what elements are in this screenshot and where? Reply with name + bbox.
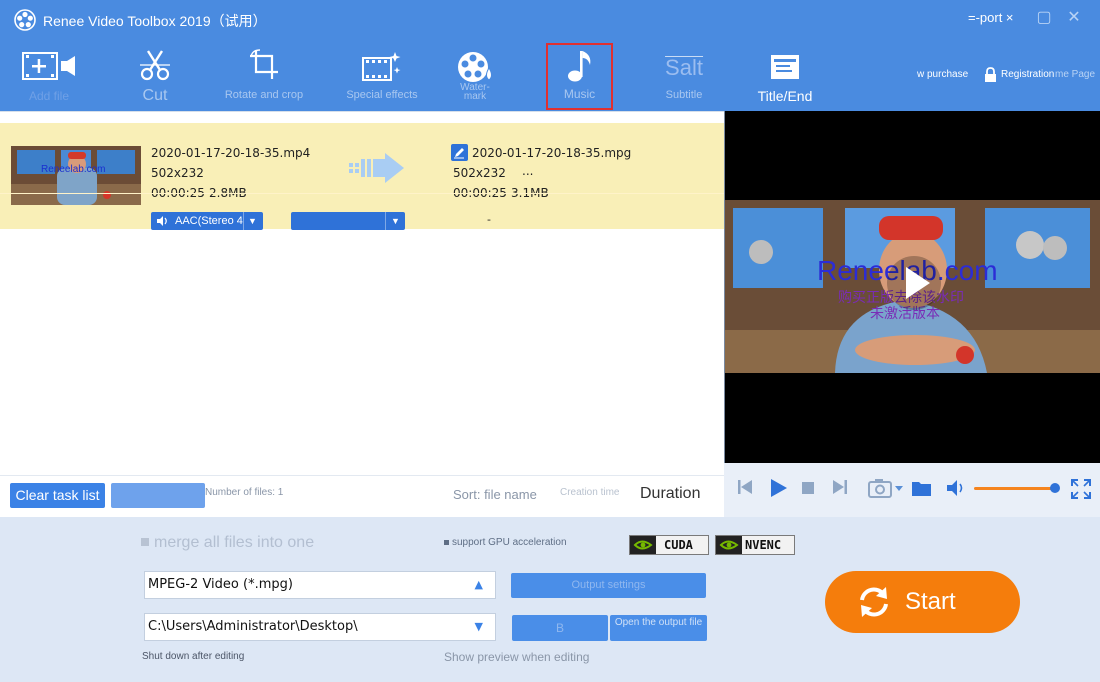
row-divider	[0, 193, 724, 194]
task-list-footer: Clear task list Number of files: 1 Sort:…	[0, 475, 724, 517]
thumbnail-frame	[11, 146, 141, 205]
registration-link[interactable]: Registration	[1001, 69, 1054, 80]
add-file-button[interactable]: Add file	[10, 38, 88, 111]
browse-button[interactable]: B	[512, 615, 608, 641]
chevron-down-icon: ▼	[248, 216, 257, 226]
output-settings-panel: merge all files into one support GPU acc…	[0, 517, 1100, 682]
subtitle-track-select[interactable]: ▼	[291, 212, 405, 230]
pencil-icon	[454, 148, 464, 159]
speaker-icon	[157, 216, 167, 226]
play-icon[interactable]	[770, 478, 788, 498]
camera-icon[interactable]	[868, 478, 904, 498]
cut-tool-button[interactable]: Cut	[125, 38, 185, 111]
start-label: Start	[905, 588, 956, 615]
crop-icon	[250, 49, 278, 79]
export-menu-button[interactable]: =-port ×	[968, 10, 1014, 25]
task-list: Reneelab.com 2020-01-17-20-18-35.mp4 502…	[0, 111, 724, 475]
chevron-down-icon: ▼	[474, 620, 483, 633]
scissors-icon	[140, 50, 170, 81]
merge-checkbox[interactable]	[141, 538, 149, 546]
start-button[interactable]: Start	[825, 571, 1020, 633]
watermark-icon	[458, 52, 492, 82]
audio-track-select[interactable]: AAC(Stereo 4 ▼	[151, 212, 263, 230]
video-preview: Reneelab.com 购买正版去除该水印 未激活版本	[724, 111, 1100, 463]
volume-icon[interactable]	[947, 480, 966, 496]
play-overlay-icon[interactable]	[886, 255, 942, 311]
remove-button[interactable]	[111, 483, 205, 508]
chevron-down-icon: ▼	[391, 216, 400, 226]
volume-slider-handle[interactable]	[1050, 483, 1060, 493]
previous-icon[interactable]	[738, 479, 752, 495]
purchase-link[interactable]: w purchase	[917, 69, 968, 80]
rotate-crop-button[interactable]: Rotate and crop	[219, 38, 309, 111]
close-icon[interactable]: ✕	[1064, 8, 1084, 28]
title-end-button[interactable]: Title/End	[751, 38, 819, 111]
sort-creation-time[interactable]: Creation time	[560, 487, 619, 498]
output-format-value: MPEG-2 Video (*.mpg)	[148, 577, 293, 592]
refresh-icon	[860, 587, 888, 617]
music-tool-button[interactable]: Music	[546, 43, 613, 110]
stop-icon[interactable]	[802, 482, 814, 494]
window-title: Renee Video Toolbox 2019（试用）	[43, 13, 267, 29]
player-controls	[724, 463, 1100, 517]
nvidia-logo-icon	[630, 536, 656, 554]
merge-label: merge all files into one	[154, 534, 315, 551]
special-effects-button[interactable]: Special effects	[340, 38, 424, 111]
output-settings-button[interactable]: Output settings	[511, 573, 706, 598]
thumbnail-watermark: Reneelab.com	[41, 164, 106, 175]
next-icon[interactable]	[833, 479, 847, 495]
gpu-label: support GPU acceleration	[452, 537, 567, 548]
open-output-file-button[interactable]: Open the output file	[610, 615, 707, 641]
title-bar: Renee Video Toolbox 2019（试用） =-port × ▢ …	[0, 0, 1100, 38]
lock-icon	[985, 67, 996, 82]
fullscreen-icon[interactable]	[1071, 479, 1091, 499]
audio-track-label: AAC(Stereo 4	[175, 215, 243, 227]
gpu-checkbox[interactable]	[444, 540, 449, 545]
output-folder-select[interactable]: C:\Users\Administrator\Desktop\ ▼	[144, 613, 496, 641]
minimize-icon[interactable]: ▢	[1034, 8, 1054, 28]
source-resolution: 502x232	[151, 166, 204, 180]
folder-icon[interactable]	[911, 479, 932, 497]
home-page-link[interactable]: me Page	[1055, 69, 1095, 80]
subtitle-icon: Salt	[665, 55, 703, 80]
output-format-select[interactable]: MPEG-2 Video (*.mpg) ▲	[144, 571, 496, 599]
special-effects-icon	[362, 52, 401, 81]
shutdown-after-editing[interactable]: Shut down after editing	[142, 651, 244, 662]
sort-duration[interactable]: Duration	[640, 485, 700, 503]
title-end-icon	[771, 55, 799, 79]
pill-separator	[385, 212, 386, 230]
music-note-icon	[567, 51, 590, 82]
clear-task-list-button[interactable]: Clear task list	[10, 483, 105, 508]
preview-frame[interactable]: Reneelab.com 购买正版去除该水印 未激活版本	[725, 200, 1100, 373]
app-logo-icon	[14, 9, 36, 31]
task-row[interactable]: Reneelab.com 2020-01-17-20-18-35.mp4 502…	[0, 123, 724, 230]
pill-separator	[243, 212, 244, 230]
nvidia-logo-icon	[716, 536, 742, 554]
subtitle-value: -	[487, 213, 491, 226]
output-filename: 2020-01-17-20-18-35.mpg	[472, 146, 632, 160]
subtitle-tool-button[interactable]: Salt Subtitle	[655, 38, 713, 111]
edit-output-button[interactable]	[451, 144, 468, 161]
video-thumbnail[interactable]: Reneelab.com	[11, 146, 141, 205]
sort-file-name[interactable]: Sort: file name	[453, 487, 537, 502]
nvenc-badge: NVENC	[715, 535, 795, 555]
add-film-icon	[22, 52, 75, 80]
convert-arrow-icon	[349, 153, 404, 183]
file-count: Number of files: 1	[205, 487, 284, 498]
volume-slider[interactable]	[974, 487, 1056, 490]
source-filename: 2020-01-17-20-18-35.mp4	[151, 146, 311, 160]
show-preview-when-editing[interactable]: Show preview when editing	[444, 650, 589, 664]
output-folder-value: C:\Users\Administrator\Desktop\	[148, 619, 358, 634]
output-resolution: 502x232	[453, 166, 506, 180]
chevron-up-icon: ▲	[474, 578, 483, 591]
main-toolbar: Add file Cut Rotate and crop Special eff…	[0, 38, 1100, 111]
cuda-badge: CUDA	[629, 535, 709, 555]
watermark-button[interactable]: Water- mark	[450, 38, 500, 111]
output-more: ...	[522, 164, 534, 178]
